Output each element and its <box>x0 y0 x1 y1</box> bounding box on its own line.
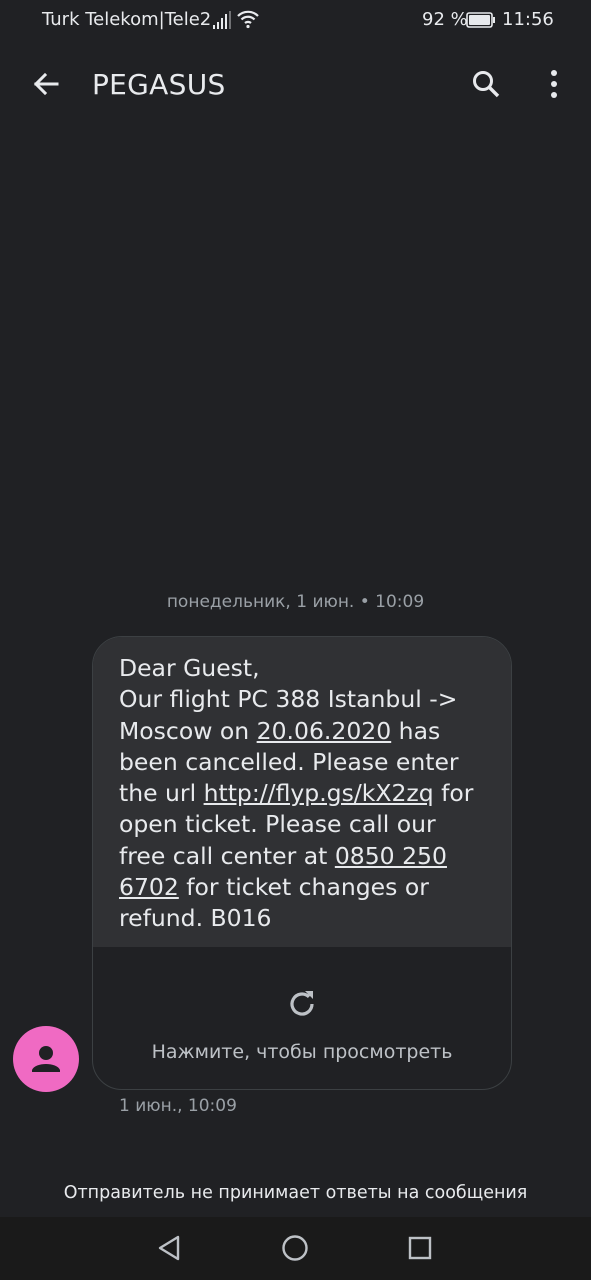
more-vert-icon <box>551 70 557 98</box>
message-bubble[interactable]: Dear Guest, Our flight PC 388 Istanbul ->… <box>92 636 512 1090</box>
nav-back-icon[interactable] <box>154 1233 184 1263</box>
more-options-button[interactable] <box>536 64 572 104</box>
conversation-title: PEGASUS <box>92 68 226 101</box>
status-bar: Turk Telekom|Tele2 92 % 11:56 <box>0 0 591 42</box>
signal-icon <box>213 11 231 29</box>
person-icon <box>27 1040 65 1078</box>
message-text: Dear Guest, Our flight PC 388 Istanbul ->… <box>93 637 511 947</box>
no-reply-notice: Отправитель не принимает ответы на сообщ… <box>63 1183 528 1203</box>
nav-home-icon[interactable] <box>280 1233 310 1263</box>
url-link[interactable]: http://flyp.gs/kX2zq <box>204 779 434 807</box>
message-timestamp: 1 июн., 10:09 <box>119 1096 237 1116</box>
link-preview[interactable]: Нажмите, чтобы просмотреть <box>93 947 511 1089</box>
search-icon <box>473 71 500 98</box>
preview-label: Нажмите, чтобы просмотреть <box>151 1041 453 1063</box>
wifi-icon <box>237 10 259 29</box>
date-divider: понедельник, 1 июн. • 10:09 <box>166 592 425 612</box>
carrier-name: Turk Telekom|Tele2 <box>42 9 212 30</box>
battery-percent: 92 % <box>422 9 468 30</box>
message-greeting: Dear Guest, <box>119 654 260 682</box>
system-nav-bar <box>0 1217 591 1280</box>
date-link[interactable]: 20.06.2020 <box>257 717 392 745</box>
nav-recents-icon[interactable] <box>405 1233 435 1263</box>
sender-avatar[interactable] <box>13 1026 79 1092</box>
back-arrow-icon <box>33 72 59 96</box>
status-time: 11:56 <box>502 9 554 30</box>
search-button[interactable] <box>466 64 506 104</box>
battery-icon <box>466 12 495 28</box>
back-button[interactable] <box>26 64 66 104</box>
refresh-icon <box>290 991 314 1016</box>
app-bar: PEGASUS <box>0 42 591 130</box>
